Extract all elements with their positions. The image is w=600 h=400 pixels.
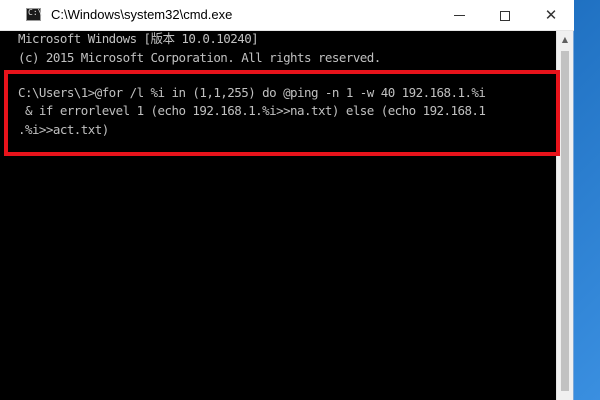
maximize-button[interactable]: [482, 0, 528, 31]
title-bar[interactable]: C:\ C:\Windows\system32\cmd.exe ✕: [0, 0, 574, 31]
cmd-icon-prompt: C:\: [28, 8, 43, 17]
window-title: C:\Windows\system32\cmd.exe: [51, 7, 233, 22]
console-line: (c) 2015 Microsoft Corporation. All righ…: [18, 50, 381, 65]
scroll-up-arrow-icon[interactable]: ▲: [557, 31, 573, 48]
minimize-icon: [453, 15, 465, 16]
highlight-box: [4, 70, 560, 156]
close-button[interactable]: ✕: [528, 0, 574, 31]
console-line: Microsoft Windows [版本 10.0.10240]: [18, 31, 259, 46]
maximize-icon: [500, 10, 510, 21]
cmd-window: C:\ C:\Windows\system32\cmd.exe ✕ Micros…: [0, 0, 574, 400]
scroll-thumb[interactable]: [561, 51, 569, 391]
close-icon: ✕: [544, 6, 558, 24]
minimize-button[interactable]: [436, 0, 482, 31]
cmd-icon[interactable]: C:\: [26, 8, 43, 21]
